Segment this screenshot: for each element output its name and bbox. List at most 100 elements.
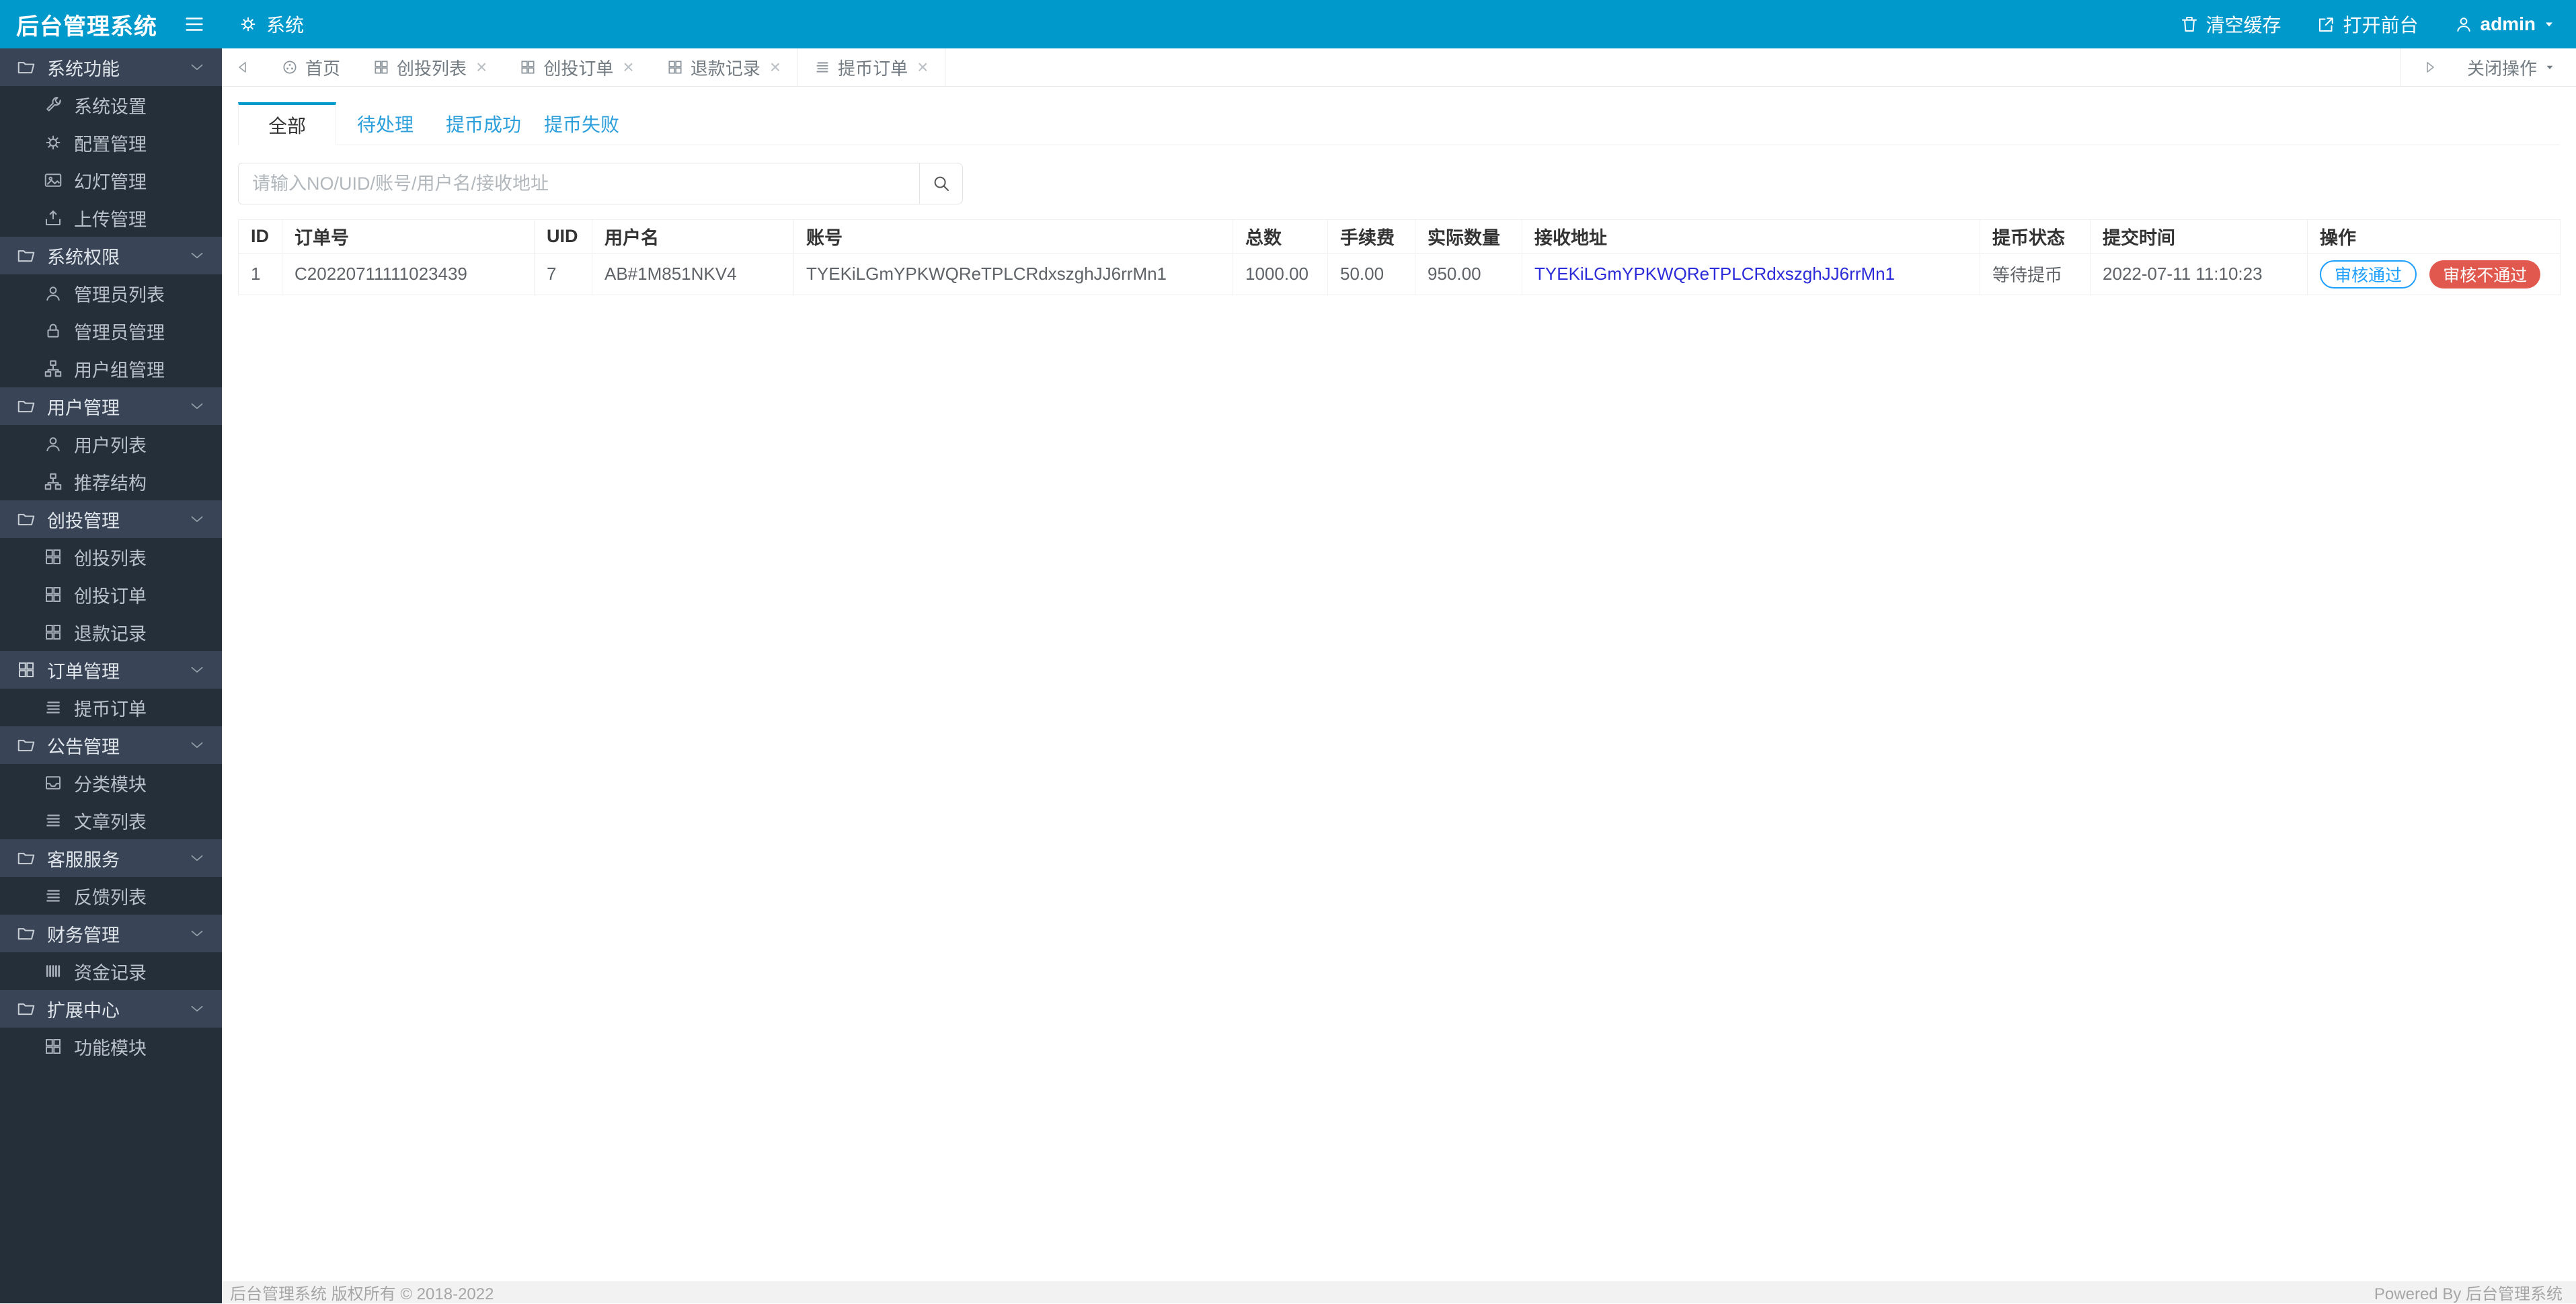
sidebar-item-label: 资金记录: [74, 962, 147, 983]
user-menu[interactable]: admin: [2454, 13, 2556, 35]
reject-button[interactable]: 审核不通过: [2429, 260, 2541, 289]
close-icon[interactable]: ×: [917, 58, 928, 77]
sidebar-item-config-management[interactable]: 配置管理: [0, 124, 222, 161]
sidebar: 后台管理系统 系统功能 系统设置 配置管理 幻灯管理 上传管理 系统权限 管理员…: [0, 0, 222, 1303]
subtab-pending[interactable]: 待处理: [336, 102, 434, 145]
user-icon: [43, 283, 63, 303]
search-input[interactable]: [238, 163, 920, 204]
col-header-username: 用户名: [592, 219, 794, 254]
close-icon[interactable]: ×: [476, 58, 487, 77]
sidebar-group-customer-service[interactable]: 客服服务: [0, 839, 222, 877]
sidebar-item-admin-list[interactable]: 管理员列表: [0, 274, 222, 312]
subtab-all[interactable]: 全部: [238, 102, 336, 145]
chevron-down-icon: [188, 397, 206, 415]
sidebar-item-upload-management[interactable]: 上传管理: [0, 199, 222, 237]
cell-fee: 50.00: [1327, 253, 1415, 295]
tab-label: 提币订单: [838, 58, 908, 79]
sidebar-item-function-module[interactable]: 功能模块: [0, 1028, 222, 1065]
gear-icon: [238, 14, 258, 34]
subtab-withdraw-failed[interactable]: 提币失败: [533, 102, 631, 145]
external-link-icon: [2316, 14, 2337, 34]
close-operations-dropdown[interactable]: 关闭操作: [2467, 55, 2556, 80]
footer: 后台管理系统 版权所有 © 2018-2022 Powered By 后台管理系…: [222, 1281, 2576, 1303]
folder-icon: [16, 848, 36, 868]
tab-scroll-right-button[interactable]: [2421, 59, 2437, 75]
sidebar-item-label: 用户列表: [74, 435, 147, 456]
sidebar-item-withdraw-orders[interactable]: 提币订单: [0, 689, 222, 726]
list-icon: [814, 59, 831, 76]
sidebar-item-venture-list[interactable]: 创投列表: [0, 538, 222, 576]
col-header-id: ID: [238, 219, 282, 254]
sidebar-group-extension-center[interactable]: 扩展中心: [0, 990, 222, 1028]
chevron-down-icon: [188, 925, 206, 942]
close-operations-label: 关闭操作: [2466, 58, 2537, 79]
cell-username: AB#1M851NKV4: [592, 253, 794, 295]
cell-account: TYEKiLGmYPKWQReTPLCRdxszghJJ6rrMn1: [793, 253, 1233, 295]
sidebar-item-label: 管理员列表: [74, 284, 165, 305]
chevron-down-icon: [188, 510, 206, 528]
gear-icon: [43, 132, 63, 153]
tab-scroll-left-button[interactable]: [222, 48, 265, 86]
search-button[interactable]: [920, 163, 963, 204]
col-header-order-no: 订单号: [282, 219, 535, 254]
tab-withdraw-orders[interactable]: 提币订单 ×: [797, 48, 945, 86]
search-bar: [238, 163, 2560, 204]
close-icon[interactable]: ×: [770, 58, 781, 77]
tabbar: 首页 创投列表 × 创投订单 × 退款记录 × 提币订单 × 关闭操作: [222, 48, 2576, 87]
sidebar-item-label: 功能模块: [74, 1038, 147, 1059]
sidebar-item-user-group-management[interactable]: 用户组管理: [0, 350, 222, 387]
sidebar-item-user-list[interactable]: 用户列表: [0, 425, 222, 463]
grid-icon: [43, 622, 63, 642]
sidebar-item-admin-management[interactable]: 管理员管理: [0, 312, 222, 350]
receive-address-link[interactable]: TYEKiLGmYPKWQReTPLCRdxszghJJ6rrMn1: [1534, 264, 1895, 284]
col-header-actual-amount: 实际数量: [1415, 219, 1522, 254]
sidebar-item-category-module[interactable]: 分类模块: [0, 764, 222, 802]
caret-down-icon: [2542, 17, 2556, 31]
tab-venture-list[interactable]: 创投列表 ×: [356, 48, 503, 86]
sidebar-group-label: 订单管理: [47, 661, 120, 682]
sidebar-item-label: 退款记录: [74, 623, 147, 644]
folder-icon: [16, 509, 36, 529]
folder-icon: [16, 735, 36, 755]
sidebar-group-user-management[interactable]: 用户管理: [0, 387, 222, 425]
sidebar-group-label: 扩展中心: [47, 1000, 120, 1021]
sidebar-item-venture-orders[interactable]: 创投订单: [0, 576, 222, 613]
lock-icon: [43, 321, 63, 341]
sidebar-group-system-permissions[interactable]: 系统权限: [0, 237, 222, 274]
sidebar-item-feedback-list[interactable]: 反馈列表: [0, 877, 222, 915]
sidebar-group-finance-management[interactable]: 财务管理: [0, 915, 222, 952]
sidebar-item-system-settings[interactable]: 系统设置: [0, 86, 222, 124]
module-title: 系统: [238, 11, 304, 38]
sidebar-group-label: 创投管理: [47, 510, 120, 531]
cell-total: 1000.00: [1233, 253, 1328, 295]
sidebar-item-refund-records[interactable]: 退款记录: [0, 613, 222, 651]
sidebar-group-label: 客服服务: [47, 849, 120, 870]
sidebar-item-referral-structure[interactable]: 推荐结构: [0, 463, 222, 500]
col-header-receive-address: 接收地址: [1522, 219, 1980, 254]
username-label: admin: [2480, 13, 2536, 34]
sidebar-item-label: 创投订单: [74, 586, 147, 607]
sidebar-group-label: 财务管理: [47, 925, 120, 946]
approve-button[interactable]: 审核通过: [2320, 260, 2417, 289]
hamburger-icon[interactable]: [183, 13, 206, 36]
tab-venture-orders[interactable]: 创投订单 ×: [503, 48, 650, 86]
open-frontend-button[interactable]: 打开前台: [2316, 11, 2419, 38]
trash-icon: [2179, 14, 2199, 34]
tab-home[interactable]: 首页: [265, 48, 356, 86]
sidebar-group-system-functions[interactable]: 系统功能: [0, 48, 222, 86]
home-icon: [281, 59, 299, 76]
clear-cache-button[interactable]: 清空缓存: [2179, 11, 2281, 38]
sitemap-icon: [43, 471, 63, 492]
sidebar-group-venture-management[interactable]: 创投管理: [0, 500, 222, 538]
cell-actions: 审核通过 审核不通过: [2307, 253, 2561, 295]
tab-refund-records[interactable]: 退款记录 ×: [650, 48, 797, 86]
sidebar-group-announcement-management[interactable]: 公告管理: [0, 726, 222, 764]
sidebar-item-slides-management[interactable]: 幻灯管理: [0, 161, 222, 199]
clear-cache-label: 清空缓存: [2206, 15, 2281, 36]
sidebar-group-order-management[interactable]: 订单管理: [0, 651, 222, 689]
close-icon[interactable]: ×: [623, 58, 633, 77]
sidebar-item-fund-records[interactable]: 资金记录: [0, 952, 222, 990]
subtab-withdraw-success[interactable]: 提币成功: [434, 102, 533, 145]
grid-icon: [666, 59, 684, 76]
sidebar-item-article-list[interactable]: 文章列表: [0, 802, 222, 839]
